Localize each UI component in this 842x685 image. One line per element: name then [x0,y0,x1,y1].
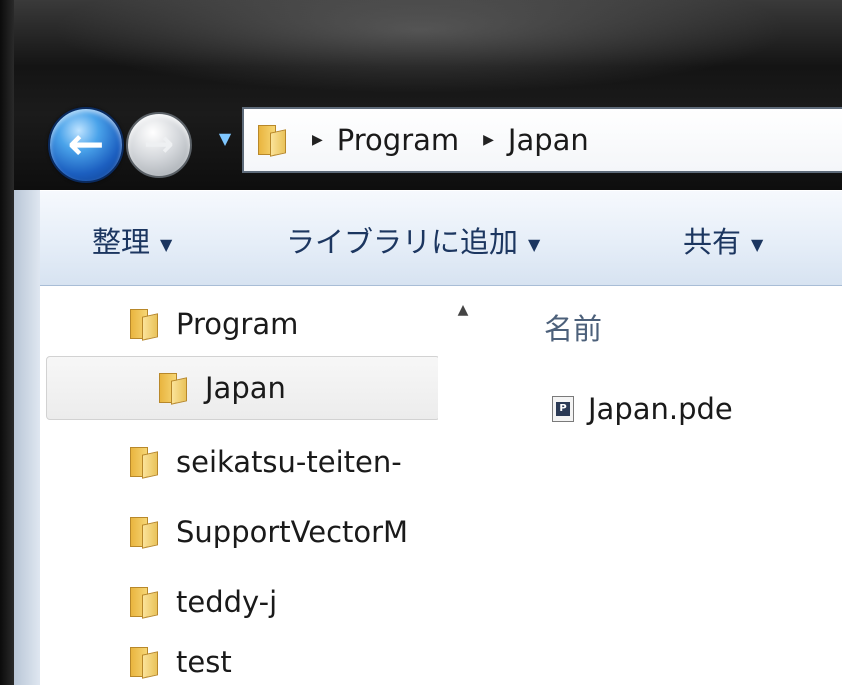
title-bar: ← → ▼ ▶ Program ▶ Japan [0,0,842,685]
folder-icon [130,309,160,341]
folder-icon [130,587,160,619]
tree-item-label: SupportVectorM [176,515,409,549]
add-to-library-button[interactable]: ライブラリに追加 ▼ [286,219,540,261]
breadcrumb-japan[interactable]: Japan [508,123,589,157]
folder-icon [258,125,288,157]
tree-item-label: seikatsu-teiten- [176,445,402,479]
tree-item-seikatsu-teiten[interactable]: seikatsu-teiten- [130,430,450,494]
folder-icon [159,373,189,405]
processing-file-icon: P [552,396,574,422]
content-pane: 名前 P Japan.pde [496,286,842,685]
tree-item-label: test [176,645,232,679]
add-to-library-label: ライブラリに追加 [286,225,519,259]
folder-icon [130,647,160,679]
tree-item-label: Japan [205,371,286,405]
breadcrumb-separator-icon[interactable]: ▶ [312,132,323,148]
recent-pages-dropdown[interactable]: ▼ [214,129,236,149]
left-frame [14,190,40,685]
chevron-down-icon: ▼ [528,234,541,254]
chevron-down-icon: ▼ [751,234,764,254]
organize-button[interactable]: 整理 ▼ [92,219,172,261]
scroll-up-icon[interactable]: ▲ [452,302,474,318]
nav-pane-scrollbar[interactable]: ▲ [438,286,496,685]
tree-item-label: teddy-j [176,585,278,619]
file-icon-badge: P [556,402,570,416]
organize-label: 整理 [92,225,151,259]
chevron-down-icon: ▼ [218,129,232,148]
folder-icon [130,447,160,479]
folder-icon [130,517,160,549]
command-bar: 整理 ▼ ライブラリに追加 ▼ 共有 ▼ [40,190,842,286]
file-item[interactable]: P Japan.pde [552,392,733,426]
forward-button[interactable]: → [126,112,192,178]
tree-item-teddy-j[interactable]: teddy-j [130,570,450,634]
tree-item-label: Program [176,307,299,341]
tree-item-program[interactable]: Program [130,292,478,356]
explorer-window: ← → ▼ ▶ Program ▶ Japan 整理 ▼ ライブラリに追加 ▼ 共有… [0,0,842,685]
breadcrumb-program[interactable]: Program [337,123,459,157]
column-header-name[interactable]: 名前 [544,306,602,348]
tree-item-japan[interactable]: Japan [46,356,440,420]
back-button[interactable]: ← [48,107,124,183]
tree-item-supportvectorm[interactable]: SupportVectorM [130,500,450,564]
file-name: Japan.pde [588,392,733,426]
window-frame-edge [0,0,14,685]
tree-item-test[interactable]: test [130,630,450,685]
breadcrumb-separator-icon[interactable]: ▶ [483,132,494,148]
address-bar[interactable]: ▶ Program ▶ Japan [242,107,842,173]
arrow-left-icon: ← [67,119,105,170]
arrow-right-icon: → [143,124,175,165]
navigation-pane: Program Japan seikatsu-teiten- SupportVe… [40,286,496,685]
share-button[interactable]: 共有 ▼ [683,219,763,261]
share-label: 共有 [683,225,742,259]
chevron-down-icon: ▼ [160,234,173,254]
